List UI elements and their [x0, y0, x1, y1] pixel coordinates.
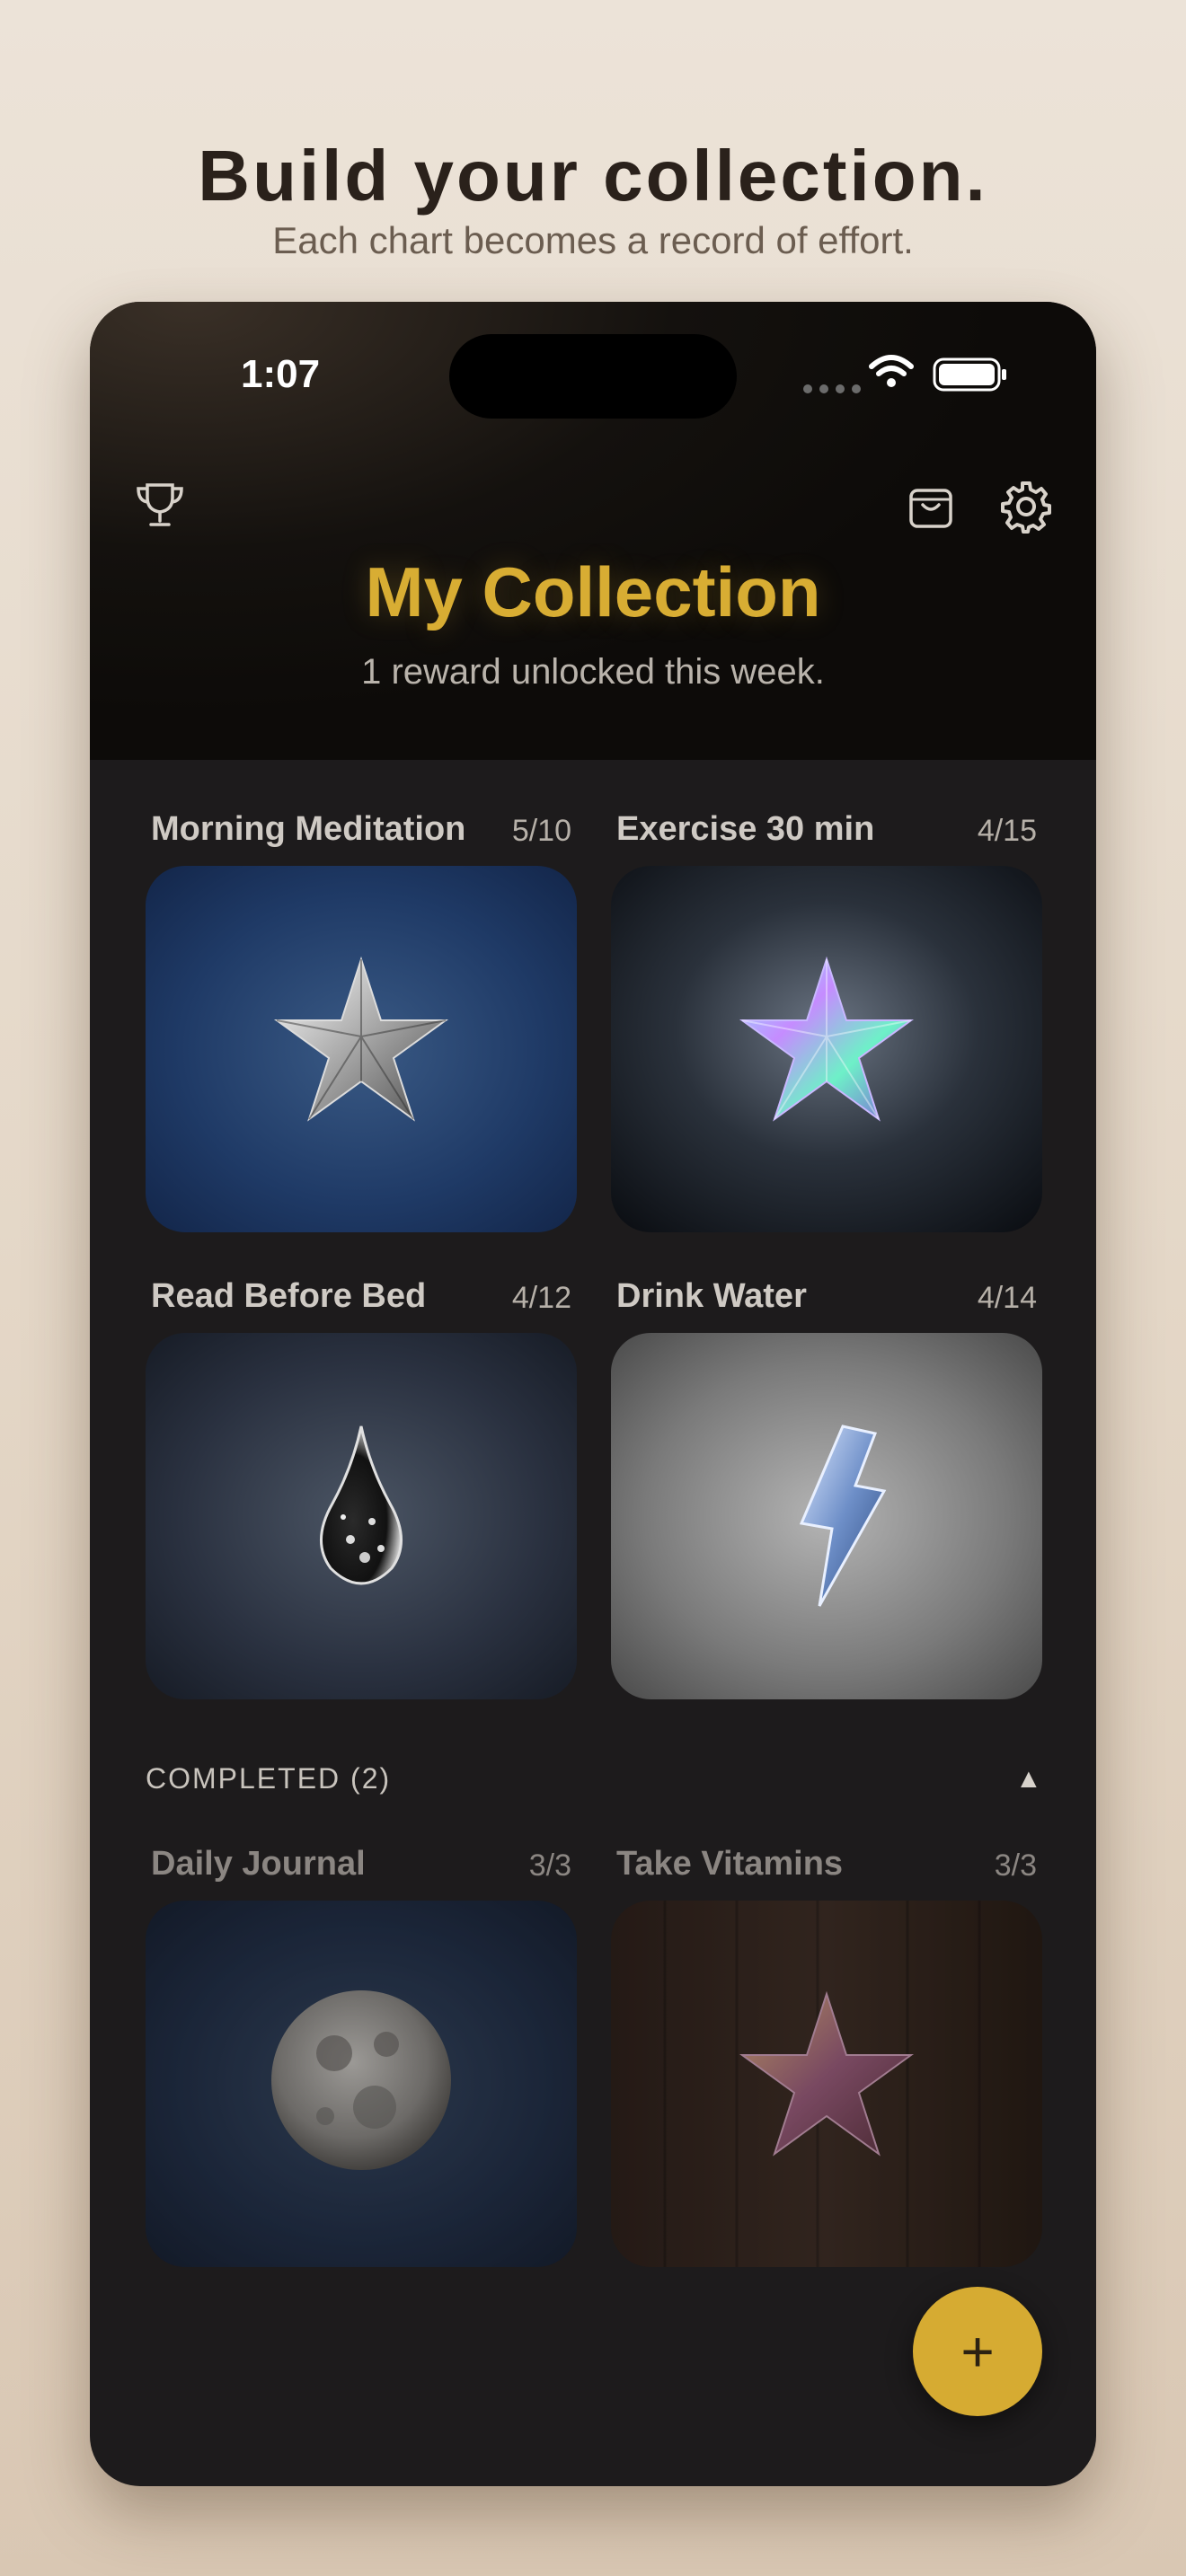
plus-icon: +	[960, 2319, 995, 2384]
chart-progress: 4/14	[977, 1281, 1037, 1315]
chart-name: Morning Meditation	[151, 810, 466, 848]
chart-card[interactable]: Drink Water 4/14	[611, 1272, 1042, 1699]
chart-name: Read Before Bed	[151, 1277, 427, 1315]
chart-progress: 4/15	[977, 814, 1037, 848]
chart-card[interactable]: Morning Meditation 5/10	[146, 805, 577, 1232]
water-drop-reward-image	[146, 1333, 577, 1699]
completed-chart-card[interactable]: Daily Journal 3/3	[146, 1839, 577, 2267]
chart-card[interactable]: Read Before Bed 4/12	[146, 1272, 577, 1699]
add-chart-button[interactable]: +	[913, 2287, 1042, 2416]
chart-name: Exercise 30 min	[616, 810, 875, 848]
iridescent-star-reward-image	[611, 866, 1042, 1232]
dynamic-island	[449, 334, 737, 419]
completed-chart-card[interactable]: Take Vitamins 3/3	[611, 1839, 1042, 2267]
completed-section-label[interactable]: COMPLETED (2)	[146, 1762, 391, 1795]
chart-name: Daily Journal	[151, 1845, 366, 1883]
gear-icon[interactable]	[997, 478, 1055, 535]
silver-star-reward-image	[146, 866, 577, 1232]
chart-name: Drink Water	[616, 1277, 807, 1315]
battery-icon	[933, 357, 1006, 392]
full-moon-reward-image	[146, 1901, 577, 2267]
wifi-icon	[869, 355, 914, 387]
collapse-triangle-icon[interactable]: ▲	[1015, 1764, 1042, 1795]
chart-progress: 4/12	[511, 1281, 571, 1315]
chart-progress: 3/3	[994, 1848, 1037, 1883]
chart-progress: 5/10	[511, 814, 571, 848]
page-title: My Collection	[365, 552, 821, 631]
shopping-bag-icon[interactable]	[904, 478, 958, 532]
trophy-icon[interactable]	[133, 478, 187, 532]
collection-header: 1:07 My Collection 1 reward unlocked thi…	[90, 302, 1096, 760]
lightning-bolt-reward-image	[611, 1333, 1042, 1699]
chart-card[interactable]: Exercise 30 min 4/15	[611, 805, 1042, 1232]
chart-name: Take Vitamins	[616, 1845, 844, 1883]
chart-progress: 3/3	[528, 1848, 571, 1883]
status-time: 1:07	[241, 352, 321, 396]
promo-subtitle: Each chart becomes a record of effort.	[272, 219, 914, 261]
phone-screen: 1:07 My Collection 1 reward unlocked thi…	[90, 302, 1096, 2486]
page-subtitle: 1 reward unlocked this week.	[361, 652, 825, 692]
bronze-star-reward-image	[611, 1901, 1042, 2267]
promo-title: Build your collection.	[198, 136, 988, 216]
cellular-signal-icon	[803, 384, 861, 393]
